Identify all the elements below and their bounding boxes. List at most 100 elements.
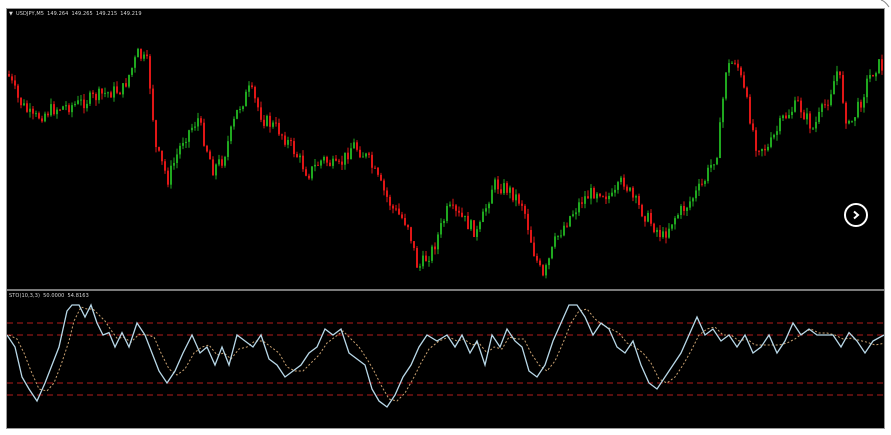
candle-body <box>521 203 523 206</box>
candle-body <box>545 265 547 276</box>
candle-body <box>80 99 82 101</box>
candle-body <box>212 159 214 176</box>
candle-body <box>668 228 670 238</box>
candle-body <box>782 115 784 119</box>
candle-body <box>74 103 76 106</box>
candle-body <box>71 105 73 113</box>
candle-body <box>194 126 196 128</box>
candle-body <box>638 196 640 205</box>
candle-body <box>569 216 571 227</box>
candle-body <box>779 118 781 132</box>
candle-body <box>332 158 334 166</box>
stochastic-pane[interactable]: STO(10,3,3) 50.0000 54.8163 <box>7 291 884 428</box>
candle-body <box>242 106 244 110</box>
candle-body <box>518 194 520 204</box>
candle-body <box>8 74 10 77</box>
indicator-name: STO(10,3,3) <box>9 293 41 299</box>
candle-body <box>92 92 94 95</box>
resize-corner-icon[interactable] <box>879 0 891 8</box>
candle-body <box>683 205 685 211</box>
candle-body <box>134 57 136 68</box>
candle-body <box>320 160 322 166</box>
candle-body <box>149 56 151 89</box>
candle-body <box>101 88 103 94</box>
candle-body <box>197 118 199 127</box>
quote-open: 149.264 <box>47 11 69 17</box>
candle-body <box>419 266 421 268</box>
candle-body <box>272 122 274 127</box>
candle-body <box>785 115 787 119</box>
candle-body <box>20 97 22 106</box>
price-chart-pane[interactable]: ▼ USDJPY,M5 149.264 149.265 149.215 149.219 <box>7 9 884 289</box>
candle-body <box>233 118 235 127</box>
candle-body <box>605 196 607 200</box>
candle-body <box>302 155 304 170</box>
candle-body <box>485 208 487 212</box>
quote-low: 149.215 <box>95 11 118 17</box>
candle-body <box>752 123 754 131</box>
candle-body <box>881 59 883 71</box>
chart-window: ▼ USDJPY,M5 149.264 149.265 149.215 149.219 S… <box>6 8 885 429</box>
candle-body <box>614 189 616 193</box>
candle-body <box>656 229 658 233</box>
candle-body <box>401 214 403 218</box>
candle-body <box>239 109 241 111</box>
candle-body <box>230 126 232 142</box>
candle-body <box>227 141 229 157</box>
candle-body <box>770 137 772 147</box>
candle-body <box>260 107 262 120</box>
candle-body <box>443 220 445 224</box>
candle-body <box>191 127 193 131</box>
candle-body <box>89 92 91 104</box>
candle-body <box>554 236 556 247</box>
candle-body <box>824 104 826 106</box>
candle-body <box>746 87 748 97</box>
candle-body <box>500 189 502 194</box>
candle-body <box>878 59 880 74</box>
candle-body <box>539 260 541 266</box>
candle-body <box>533 242 535 257</box>
candle-body <box>674 218 676 225</box>
candle-body <box>32 108 34 114</box>
candle-body <box>647 212 649 222</box>
candle-body <box>722 98 724 123</box>
candle-body <box>269 115 271 127</box>
candle-body <box>254 87 256 99</box>
quote-close: 149.219 <box>120 11 142 17</box>
candle-body <box>185 141 187 144</box>
candle-body <box>299 155 301 158</box>
candle-body <box>389 196 391 206</box>
candle-body <box>104 92 106 94</box>
candle-body <box>596 193 598 199</box>
candle-body <box>860 101 862 108</box>
candle-body <box>566 225 568 227</box>
candle-body <box>845 102 847 124</box>
candle-body <box>266 115 268 126</box>
candle-body <box>188 130 190 142</box>
candle-body <box>221 159 223 166</box>
candle-body <box>854 117 856 121</box>
candle-body <box>167 170 169 185</box>
candle-body <box>587 196 589 199</box>
candle-body <box>161 150 163 162</box>
candle-body <box>407 224 409 228</box>
candle-body <box>653 223 655 233</box>
candle-body <box>866 78 868 98</box>
candle-body <box>26 103 28 112</box>
candle-body <box>578 202 580 213</box>
candle-body <box>47 113 49 116</box>
candle-body <box>590 188 592 199</box>
candle-body <box>749 96 751 124</box>
candle-body <box>284 135 286 145</box>
candle-body <box>44 113 46 122</box>
candle-body <box>50 104 52 116</box>
candle-body <box>734 62 736 64</box>
candle-body <box>464 215 466 217</box>
candle-body <box>164 161 166 171</box>
chevron-right-icon <box>853 210 860 220</box>
scroll-to-end-button[interactable] <box>844 203 868 227</box>
candle-body <box>509 187 511 193</box>
candle-body <box>209 151 211 160</box>
candle-body <box>110 92 112 98</box>
candle-body <box>593 188 595 199</box>
